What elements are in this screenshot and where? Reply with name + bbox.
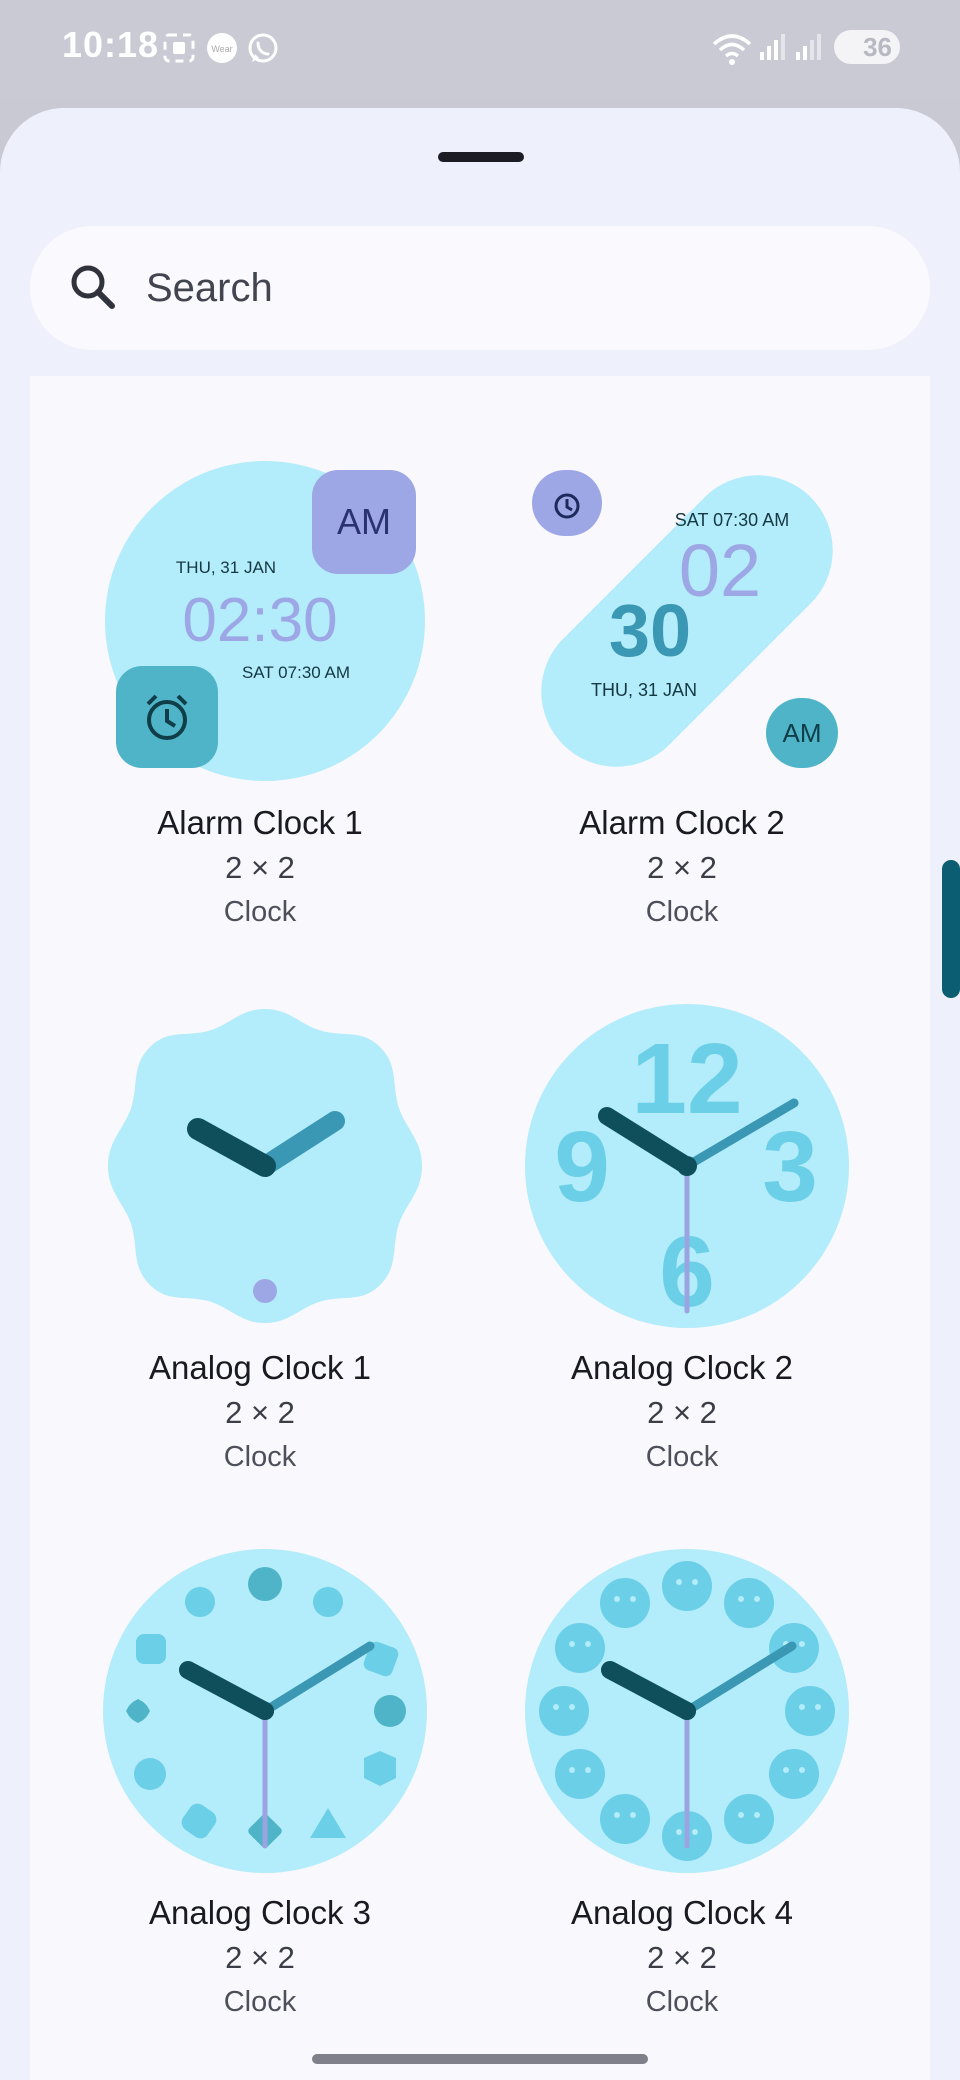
widget-card[interactable]: SAT 07:30 AM 02 30 THU, 31 JAN AM Alarm … [472, 456, 892, 1001]
date-label: THU, 31 JAN [176, 558, 276, 577]
widget-list[interactable]: AM THU, 31 JAN 02:30 SAT 07:30 AM Alarm … [30, 376, 930, 2080]
analog-clock-2-preview: 12 3 6 9 [525, 1004, 849, 1328]
date-label: THU, 31 JAN [591, 680, 697, 700]
widget-name: Analog Clock 3 [149, 1894, 371, 1931]
widget-category: Clock [645, 1441, 719, 1473]
widget-card[interactable]: Analog Clock 4 2 × 2 Clock [472, 1546, 892, 2080]
widget-name: Analog Clock 4 [571, 1894, 793, 1931]
ampm-label: AM [783, 718, 822, 748]
signal-icon [796, 34, 821, 60]
search-input[interactable]: Search [146, 266, 273, 311]
widget-size: 2 × 2 [647, 1940, 717, 1975]
analog-clock-1-preview [108, 1009, 422, 1323]
minute-label: 30 [609, 589, 691, 672]
numeral-3: 3 [762, 1111, 818, 1223]
battery-level: 36 [863, 32, 892, 62]
svg-text:Wear: Wear [211, 44, 232, 54]
widget-name: Alarm Clock 2 [579, 804, 785, 841]
status-time: 10:18 [62, 24, 160, 65]
wifi-icon [712, 34, 752, 65]
widget-name: Analog Clock 1 [149, 1349, 371, 1386]
screenshot-icon [163, 33, 195, 63]
widget-size: 2 × 2 [225, 850, 295, 885]
time-label: 02:30 [182, 586, 337, 655]
search-bar[interactable]: Search [30, 226, 930, 350]
widget-card[interactable]: AM THU, 31 JAN 02:30 SAT 07:30 AM Alarm … [50, 456, 470, 1001]
scrollbar-thumb[interactable] [942, 860, 960, 998]
home-indicator[interactable] [312, 2054, 648, 2064]
analog-clock-3-preview [103, 1549, 427, 1873]
alarm-label: SAT 07:30 AM [675, 510, 789, 530]
alarm-clock-1-preview: AM THU, 31 JAN 02:30 SAT 07:30 AM [105, 461, 425, 781]
widget-category: Clock [645, 1986, 719, 2018]
whatsapp-icon [248, 33, 278, 63]
analog-clock-4-preview [525, 1549, 849, 1873]
signal-icon [760, 34, 785, 60]
widget-category: Clock [223, 896, 297, 928]
widget-category: Clock [223, 1986, 297, 2018]
widget-category: Clock [223, 1441, 297, 1473]
battery-indicator: 36 [834, 30, 900, 64]
widget-name: Alarm Clock 1 [157, 804, 363, 841]
ampm-label: AM [337, 501, 391, 542]
widget-picker-sheet: Search AM THU, 31 JAN 02:30 SAT 07:30 AM… [0, 108, 960, 2080]
widget-size: 2 × 2 [225, 1940, 295, 1975]
numeral-12: 12 [631, 1023, 742, 1135]
widget-size: 2 × 2 [647, 1395, 717, 1430]
alarm-label: SAT 07:30 AM [242, 663, 350, 682]
wear-icon: Wear [207, 33, 237, 63]
widget-card[interactable]: Analog Clock 3 2 × 2 Clock [50, 1546, 470, 2080]
widget-size: 2 × 2 [225, 1395, 295, 1430]
hour-label: 02 [679, 529, 761, 612]
alarm-clock-2-preview: SAT 07:30 AM 02 30 THU, 31 JAN AM [532, 470, 838, 768]
numeral-9: 9 [554, 1111, 610, 1223]
widget-card[interactable]: Analog Clock 1 2 × 2 Clock [50, 1001, 470, 1546]
drag-handle[interactable] [438, 152, 524, 162]
widget-size: 2 × 2 [647, 850, 717, 885]
status-bar: 10:18 Wear 36 [0, 0, 960, 100]
widget-name: Analog Clock 2 [571, 1349, 793, 1386]
search-icon [71, 265, 115, 309]
widget-card[interactable]: 12 3 6 9 Analog Clock 2 2 × 2 Clock [472, 1001, 892, 1546]
widget-category: Clock [645, 896, 719, 928]
